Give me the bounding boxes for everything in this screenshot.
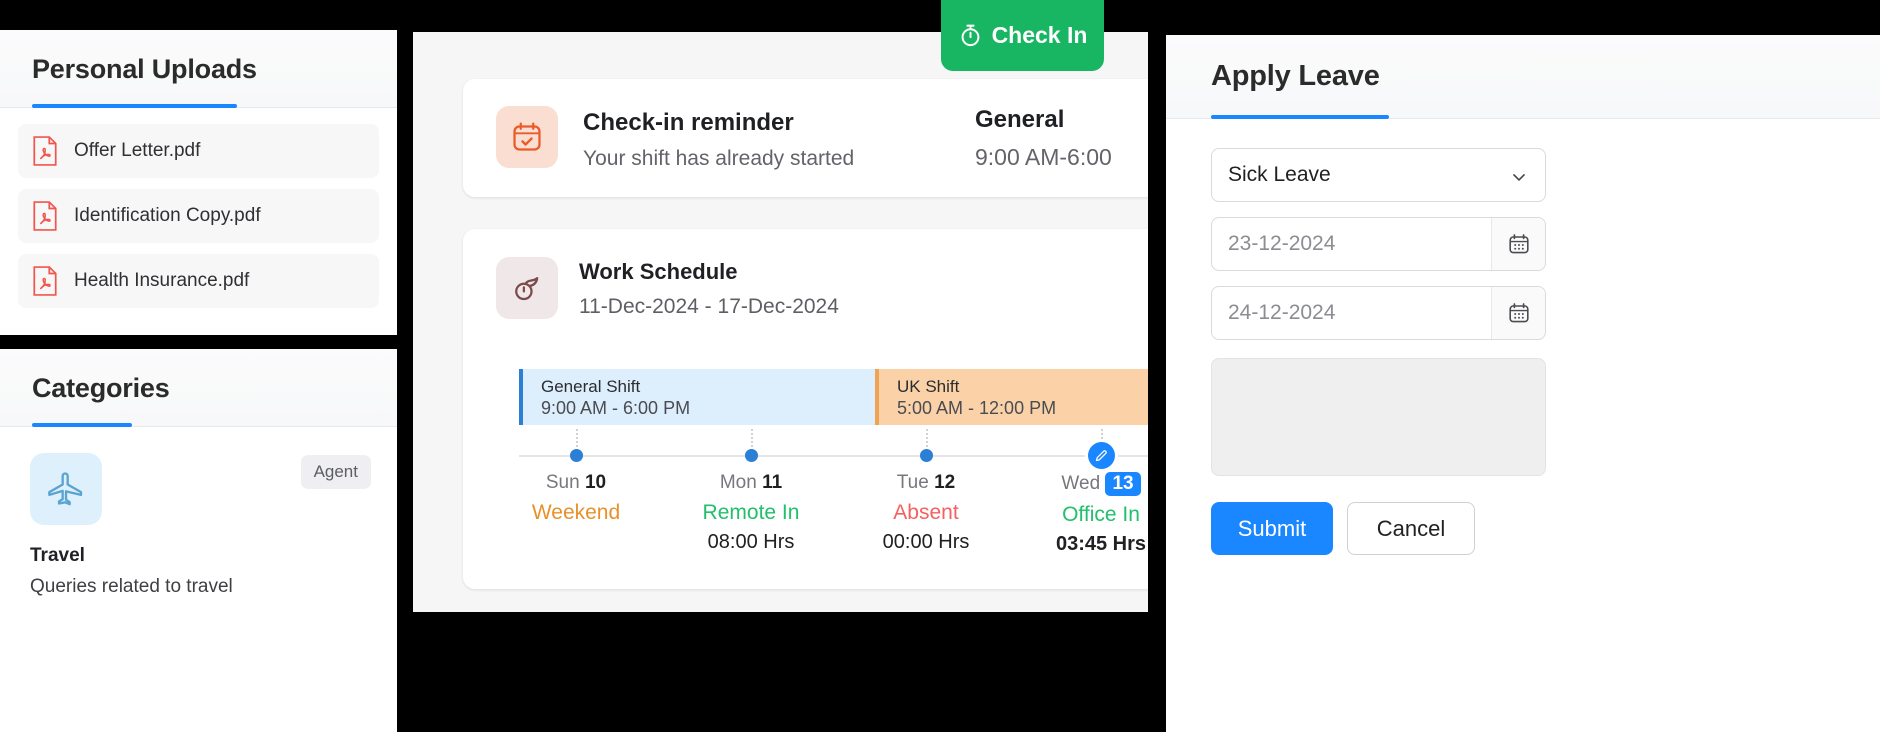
apply-leave-panel: Apply Leave Sick Leave 23-12-2024 24-12-… <box>1166 35 1880 732</box>
active-tab-underline <box>32 104 237 108</box>
day-number-badge: 13 <box>1105 472 1141 496</box>
day-label: Sun 10 <box>545 472 607 493</box>
file-name: Offer Letter.pdf <box>74 140 201 161</box>
from-date-value: 23-12-2024 <box>1228 232 1336 255</box>
day-status: Weekend <box>531 501 621 524</box>
file-name: Health Insurance.pdf <box>74 270 250 291</box>
day-label: Mon 11 <box>719 472 783 493</box>
list-item[interactable]: Health Insurance.pdf <box>18 254 379 308</box>
day-label: Wed 13 <box>1021 472 1148 496</box>
list-item[interactable]: Offer Letter.pdf <box>18 124 379 178</box>
reminder-shift-time: 9:00 AM-6:00 <box>975 144 1112 170</box>
day-status: Absent <box>893 501 959 524</box>
timeline-dot-mon[interactable] <box>745 449 758 462</box>
to-date-field[interactable]: 24-12-2024 <box>1211 286 1546 340</box>
apply-leave-header: Apply Leave <box>1166 35 1880 119</box>
edit-attendance-button[interactable] <box>1088 442 1115 469</box>
from-date-field[interactable]: 23-12-2024 <box>1211 217 1546 271</box>
attendance-panel: Check-in reminder Your shift has already… <box>413 32 1148 612</box>
stopwatch-icon <box>961 24 979 47</box>
status-badge: Agent <box>300 455 371 489</box>
schedule-date-range: 11-Dec-2024 - 17-Dec-2024 <box>579 295 839 318</box>
timeline-dot-tue[interactable] <box>920 449 933 462</box>
work-schedule-card: Work Schedule 11-Dec-2024 - 17-Dec-2024 … <box>463 229 1148 589</box>
day-label: Tue 12 <box>896 472 956 493</box>
category-description: Queries related to travel <box>30 576 233 597</box>
schedule-icon-container <box>496 257 558 319</box>
day-status: Office In <box>1062 503 1140 526</box>
category-card[interactable]: Agent Travel Queries related to travel <box>0 427 397 598</box>
schedule-day-tue[interactable]: Tue 12 Absent 00:00 Hrs <box>846 472 1006 554</box>
day-status: Remote In <box>702 501 800 524</box>
file-name: Identification Copy.pdf <box>74 205 261 226</box>
pdf-file-icon <box>33 136 57 166</box>
category-name: Travel <box>30 545 85 566</box>
shift-name: General Shift <box>541 377 641 396</box>
timeline-dot-sun[interactable] <box>570 449 583 462</box>
reminder-icon-container <box>496 106 558 168</box>
day-hours: 03:45 Hrs <box>1055 533 1147 555</box>
apply-leave-form: Sick Leave 23-12-2024 24-12-2024 Submit … <box>1166 119 1880 555</box>
pencil-icon <box>1095 450 1107 462</box>
check-in-reminder-card: Check-in reminder Your shift has already… <box>463 79 1148 197</box>
day-hours: 08:00 Hrs <box>707 531 795 553</box>
file-list: Offer Letter.pdf Identification Copy.pdf… <box>0 108 397 308</box>
leave-type-value: Sick Leave <box>1228 163 1331 186</box>
personal-uploads-panel: Personal Uploads Offer Letter.pdf Identi… <box>0 30 397 335</box>
shift-name: UK Shift <box>897 377 960 396</box>
category-icon-container <box>30 453 102 525</box>
leave-reason-textarea[interactable] <box>1211 358 1546 476</box>
shift-time: 5:00 AM - 12:00 PM <box>897 398 1057 418</box>
shift-time: 9:00 AM - 6:00 PM <box>541 398 691 418</box>
reminder-shift-name: General <box>975 106 1065 133</box>
clock-moon-icon <box>515 276 539 301</box>
check-in-button[interactable]: Check In <box>941 0 1104 71</box>
calendar-icon <box>1508 234 1529 254</box>
personal-uploads-header: Personal Uploads <box>0 30 397 108</box>
airplane-icon <box>48 472 83 506</box>
from-date-calendar-button[interactable] <box>1491 218 1545 270</box>
to-date-value: 24-12-2024 <box>1228 301 1336 324</box>
page-title: Categories <box>32 373 170 403</box>
page-title: Personal Uploads <box>32 54 257 84</box>
list-item[interactable]: Identification Copy.pdf <box>18 189 379 243</box>
reminder-title: Check-in reminder <box>583 109 794 136</box>
submit-button[interactable]: Submit <box>1211 502 1333 555</box>
calendar-check-icon <box>513 122 541 151</box>
shift-bars: General Shift 9:00 AM - 6:00 PM UK Shift… <box>519 369 1148 425</box>
categories-panel: Categories Agent Travel Queries related … <box>0 349 397 732</box>
check-in-label: Check In <box>991 22 1088 48</box>
day-hours: 00:00 Hrs <box>882 531 970 553</box>
schedule-day-sun[interactable]: Sun 10 Weekend <box>496 472 656 531</box>
pdf-file-icon <box>33 266 57 296</box>
form-actions: Submit Cancel <box>1211 502 1835 555</box>
leave-type-select[interactable]: Sick Leave <box>1211 148 1546 202</box>
timeline-axis <box>519 455 1148 457</box>
pdf-file-icon <box>33 201 57 231</box>
schedule-day-mon[interactable]: Mon 11 Remote In 08:00 Hrs <box>671 472 831 554</box>
reminder-subtitle: Your shift has already started <box>583 147 855 170</box>
chevron-down-icon <box>1513 174 1525 181</box>
schedule-title: Work Schedule <box>579 259 738 284</box>
shift-block-uk[interactable]: UK Shift 5:00 AM - 12:00 PM <box>875 369 1148 425</box>
calendar-icon <box>1508 303 1529 323</box>
schedule-day-wed[interactable]: Wed 13 Office In 03:45 Hrs <box>1021 472 1148 556</box>
to-date-calendar-button[interactable] <box>1491 287 1545 339</box>
page-title: Apply Leave <box>1211 60 1380 92</box>
categories-header: Categories <box>0 349 397 427</box>
cancel-button[interactable]: Cancel <box>1347 502 1475 555</box>
app-screenshot: Personal Uploads Offer Letter.pdf Identi… <box>0 0 1880 732</box>
shift-block-general[interactable]: General Shift 9:00 AM - 6:00 PM <box>519 369 875 425</box>
